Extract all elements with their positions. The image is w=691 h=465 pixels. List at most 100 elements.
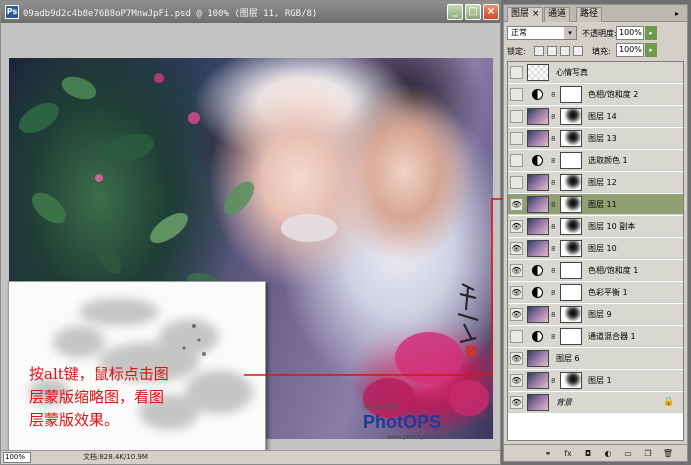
link-icon[interactable]: ⚭ [542,448,554,459]
layer-mask-thumbnail[interactable] [560,130,582,147]
document-size-info[interactable]: 文档:828.4K/10.9M [83,452,148,462]
opacity-input[interactable]: 100% [616,26,644,40]
watermark-caption: 照片处理网 [363,403,398,411]
layer-list[interactable]: 心情写真 8 色相/饱和度 2 8 图层 14 8 图层 13 8 选取颜色 1 8 图层 12 👁 8… [507,61,684,441]
layer-mask-thumbnail[interactable] [560,262,582,279]
fx-icon[interactable]: fx [562,448,574,459]
eye-icon[interactable]: 👁 [510,264,523,277]
eye-icon[interactable]: 👁 [510,308,523,321]
chain-link-icon[interactable]: 8 [551,156,558,166]
layer-thumbnail[interactable] [527,350,549,367]
adjustment-layer-icon [532,287,543,298]
layer-row[interactable]: 👁 图层 6 [508,348,683,369]
eye-icon[interactable] [510,154,523,167]
chain-link-icon[interactable]: 8 [551,376,558,386]
layer-thumbnail[interactable] [527,174,549,191]
layer-row[interactable]: 👁 8 图层 10 [508,238,683,259]
new-layer-icon[interactable]: ❐ [642,448,654,459]
layer-row[interactable]: 👁 8 图层 10 副本 [508,216,683,237]
layer-mask-thumbnail[interactable] [560,86,582,103]
minimize-button[interactable]: _ [447,4,463,20]
eye-icon[interactable] [510,110,523,123]
eye-icon[interactable]: 👁 [510,374,523,387]
layer-row[interactable]: 👁 8 图层 1 [508,370,683,391]
zoom-field[interactable]: 100% [3,452,31,463]
layer-thumbnail[interactable] [527,196,549,213]
tab-close-icon[interactable]: × [532,9,540,19]
adjustment-icon[interactable]: ◐ [602,448,614,459]
layer-mask-thumbnail[interactable] [560,196,582,213]
fill-input[interactable]: 100% [616,43,644,57]
layer-mask-thumbnail[interactable] [560,152,582,169]
lock-transparency-icon[interactable] [534,46,544,56]
eye-icon[interactable]: 👁 [510,198,523,211]
blend-mode-select[interactable]: 正常 ▾ [507,26,577,40]
layer-row[interactable]: 👁 8 图层 11 [508,194,683,215]
chain-link-icon[interactable]: 8 [551,332,558,342]
mask-icon[interactable]: ◘ [582,448,594,459]
eye-icon[interactable]: 👁 [510,242,523,255]
layer-mask-thumbnail[interactable] [560,240,582,257]
layer-row[interactable]: 8 色相/饱和度 2 [508,84,683,105]
chain-link-icon[interactable]: 8 [551,288,558,298]
panel-menu-icon[interactable]: ▸ [671,8,683,19]
layer-row[interactable]: 👁 8 色相/饱和度 1 [508,260,683,281]
close-button[interactable]: × [483,4,499,20]
eye-icon[interactable]: 👁 [510,396,523,409]
layer-thumbnail[interactable] [527,372,549,389]
layer-row[interactable]: 👁 8 色彩平衡 1 [508,282,683,303]
eye-icon[interactable] [510,88,523,101]
eye-icon[interactable]: 👁 [510,220,523,233]
layer-thumbnail[interactable] [527,108,549,125]
tab-paths[interactable]: 路径 [576,7,603,22]
layer-thumbnail[interactable] [527,218,549,235]
eye-icon[interactable] [510,132,523,145]
layer-thumbnail[interactable] [527,64,549,81]
layer-thumbnail[interactable] [527,130,549,147]
layer-thumbnail[interactable] [527,394,549,411]
lock-all-icon[interactable] [573,46,583,56]
chain-link-icon[interactable]: 8 [551,200,558,210]
layer-row[interactable]: 8 通道混合器 1 [508,326,683,347]
chain-link-icon[interactable]: 8 [551,244,558,254]
group-icon[interactable]: ▭ [622,448,634,459]
eye-icon[interactable]: 👁 [510,352,523,365]
fill-slider-button[interactable]: ▸ [645,43,657,57]
layer-mask-thumbnail[interactable] [560,218,582,235]
maximize-button[interactable]: □ [465,4,481,20]
layer-thumbnail[interactable] [527,240,549,257]
chain-link-icon[interactable]: 8 [551,112,558,122]
eye-icon[interactable] [510,176,523,189]
opacity-slider-button[interactable]: ▸ [645,26,657,40]
chain-link-icon[interactable]: 8 [551,222,558,232]
tab-layers[interactable]: 图层 × [507,7,544,22]
tab-channels[interactable]: 通道 [544,7,571,22]
chain-link-icon[interactable]: 8 [551,134,558,144]
eye-icon[interactable] [510,330,523,343]
layer-mask-thumbnail[interactable] [560,284,582,301]
layer-row[interactable]: 8 图层 14 [508,106,683,127]
trash-icon[interactable]: 🗑 [662,448,674,459]
lock-pixels-icon[interactable] [547,46,557,56]
chain-link-icon[interactable]: 8 [551,90,558,100]
chain-link-icon[interactable]: 8 [551,310,558,320]
eye-icon[interactable]: 👁 [510,286,523,299]
layer-mask-thumbnail[interactable] [560,108,582,125]
layer-mask-thumbnail[interactable] [560,174,582,191]
document-titlebar[interactable]: Ps 09adb9d2c4b8e76B8oP7MnwJpFi.psd @ 100… [1,1,500,23]
layer-row[interactable]: 8 选取颜色 1 [508,150,683,171]
layer-row[interactable]: 心情写真 [508,62,683,83]
layer-thumbnail[interactable] [527,306,549,323]
layer-mask-thumbnail[interactable] [560,372,582,389]
layer-mask-thumbnail[interactable] [560,306,582,323]
lock-position-icon[interactable] [560,46,570,56]
layer-row[interactable]: 👁 8 图层 9 [508,304,683,325]
chain-link-icon[interactable]: 8 [551,178,558,188]
layer-row[interactable]: 8 图层 12 [508,172,683,193]
layer-row[interactable]: 8 图层 13 [508,128,683,149]
chain-link-icon[interactable]: 8 [551,266,558,276]
layer-row[interactable]: 👁 背景 🔒 [508,392,683,413]
eye-icon[interactable] [510,66,523,79]
layer-name: 图层 12 [588,178,617,187]
layer-mask-thumbnail[interactable] [560,328,582,345]
